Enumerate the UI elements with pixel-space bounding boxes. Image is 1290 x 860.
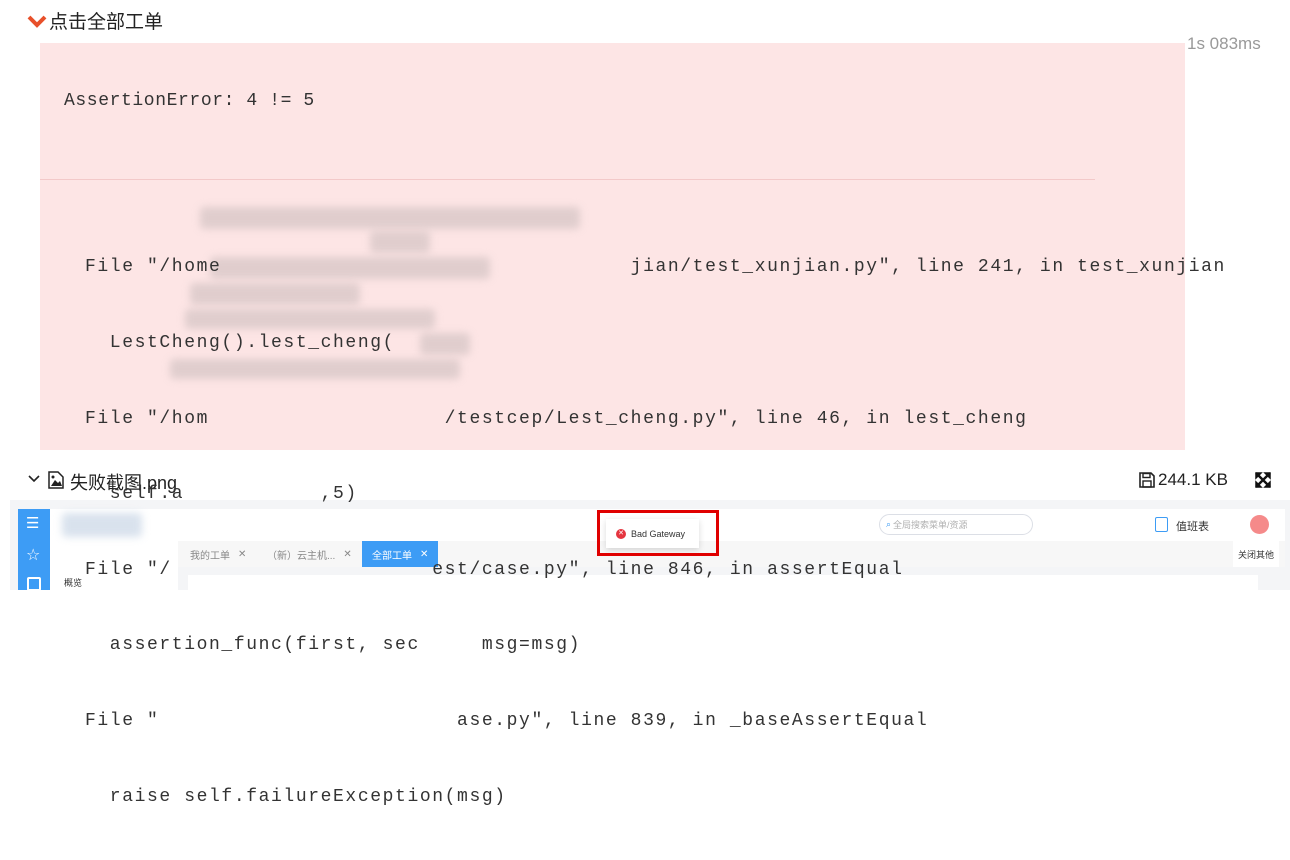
step-duration: 1s 083ms — [1187, 34, 1261, 53]
trace-line: File "/hom /testcep/Lest_cheng.py", line… — [85, 408, 1028, 429]
save-icon — [27, 577, 41, 590]
close-others-button[interactable]: 关闭其他 — [1233, 541, 1279, 567]
menu-icon: ☰ — [26, 515, 40, 532]
app-sidebar: ☰ ☆ — [18, 509, 50, 590]
step-header[interactable]: 点击全部工单 — [27, 7, 163, 34]
menu-item-overview[interactable]: 概览 — [64, 576, 82, 589]
trace-line: File "/ est/case.py", line 846, in asser… — [85, 559, 904, 580]
trace-line: File "/home jian/test_xunjian.py", line … — [85, 257, 1226, 278]
star-icon: ☆ — [26, 547, 41, 564]
trace-line: LestCheng().lest_cheng( — [85, 333, 458, 354]
trace-line: File " ase.py", line 839, in _baseAssert… — [85, 711, 929, 732]
chevron-down-icon — [27, 15, 47, 28]
image-file-icon — [48, 471, 64, 489]
traceback: File "/home jian/test_xunjian.py", line … — [85, 205, 1226, 860]
step-title: 点击全部工单 — [49, 12, 164, 33]
avatar[interactable] — [1250, 515, 1269, 534]
trace-line: self.a ,5) — [85, 484, 358, 505]
error-panel: AssertionError: 4 != 5 File "/home jian/… — [40, 43, 1224, 807]
divider — [40, 179, 1095, 180]
trace-line: assertion_func(first, sec msg=msg) — [85, 635, 582, 656]
trace-line: raise self.failureException(msg) — [85, 786, 507, 807]
chevron-down-icon — [28, 475, 40, 483]
expand-icon[interactable] — [1255, 472, 1271, 488]
error-message: AssertionError: 4 != 5 — [64, 91, 315, 111]
